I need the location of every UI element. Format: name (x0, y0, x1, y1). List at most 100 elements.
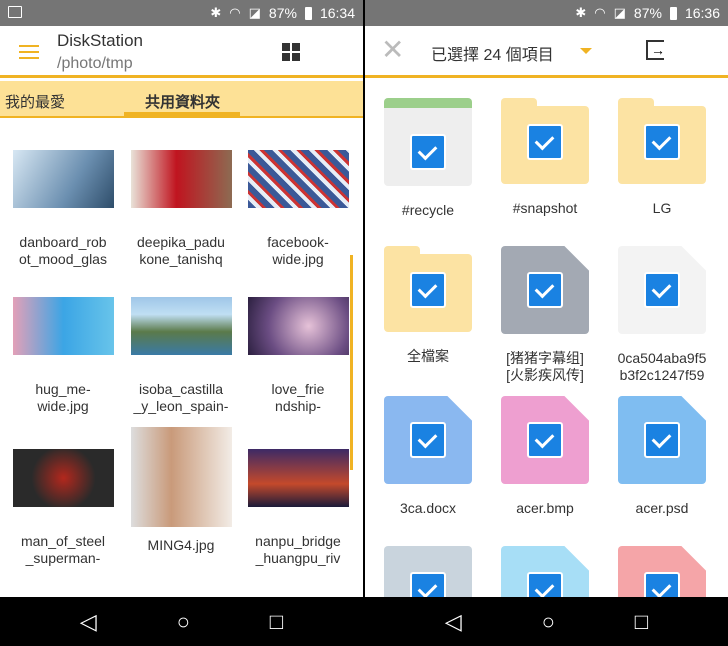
selected-checkbox[interactable] (410, 272, 446, 308)
photo-item[interactable]: isoba_castilla _y_leon_spain- (123, 297, 239, 415)
export-icon[interactable]: → (646, 40, 665, 60)
active-tab-indicator (124, 112, 240, 116)
file-name-line: _superman- (25, 550, 101, 566)
selected-checkbox[interactable] (527, 124, 563, 160)
file-name-line: b3f2c1247f59 (619, 367, 705, 383)
photo-item[interactable]: nanpu_bridge _huangpu_riv (240, 449, 356, 567)
back-icon[interactable]: ◁ (80, 609, 97, 635)
file-item-folder[interactable]: #snapshot (487, 98, 603, 217)
recycle-icon (384, 98, 472, 186)
selected-checkbox[interactable] (410, 134, 446, 170)
battery-percent: 87% (268, 5, 297, 21)
file-name-line: acer.psd (635, 500, 689, 516)
photo-thumbnail (247, 297, 349, 355)
photo-thumbnail (130, 150, 232, 208)
file-item-docx[interactable]: 3ca.docx (370, 396, 486, 517)
back-icon[interactable]: ◁ (445, 609, 462, 635)
photo-item[interactable]: man_of_steel _superman- (5, 449, 121, 567)
file-name-line: facebook- (267, 234, 329, 250)
file-item-folder[interactable]: LG (604, 98, 720, 217)
battery-percent: 87% (633, 5, 662, 21)
file-name-line: ot_mood_glas (19, 251, 107, 267)
file-name-line: isoba_castilla (138, 381, 224, 397)
file-name-line: _y_leon_spain- (133, 398, 229, 414)
selected-checkbox[interactable] (644, 124, 680, 160)
clock: 16:36 (684, 5, 720, 21)
file-name-line: wide.jpg (272, 251, 324, 267)
file-name-line: #snapshot (512, 200, 578, 216)
nav-bar: ◁ ○ □ (365, 597, 728, 646)
close-icon[interactable]: ✕ (381, 36, 404, 64)
selected-checkbox[interactable] (644, 272, 680, 308)
psd-icon (618, 396, 706, 484)
bmp-icon (501, 396, 589, 484)
grid-view-icon[interactable] (282, 43, 300, 61)
photo-thumbnail (130, 427, 232, 527)
photo-thumbnail (130, 297, 232, 355)
docx-icon (384, 396, 472, 484)
file-name-line: ndship- (275, 398, 321, 414)
file-name-line: deepika_padu (137, 234, 225, 250)
file-name-line: kone_tanishq (139, 251, 223, 267)
battery-icon (669, 6, 677, 20)
file-name-line: 全檔案 (407, 348, 449, 364)
file-name-line: 0ca504aba9f5 (617, 350, 707, 366)
home-icon[interactable]: ○ (542, 609, 555, 635)
file-name-line: man_of_steel (20, 533, 106, 549)
photo-item[interactable]: MING4.jpg (123, 427, 239, 554)
nav-bar: ◁ ○ □ (0, 597, 363, 646)
photo-thumbnail (12, 297, 114, 355)
file-item-recycle[interactable]: #recycle (370, 98, 486, 219)
no-sim-icon: ◪ (248, 5, 261, 20)
status-bar: ✱ ◠ ◪ 87% 16:36 (365, 0, 728, 26)
file-name-line: [火影疾风传] (506, 367, 584, 383)
file-item-bmp[interactable]: acer.bmp (487, 396, 603, 517)
pdf-icon (618, 246, 706, 334)
recents-icon[interactable]: □ (635, 609, 648, 635)
file-name-line: MING4.jpg (147, 537, 215, 553)
file-name-line: wide.jpg (37, 398, 89, 414)
bluetooth-icon: ✱ (210, 5, 222, 20)
photo-thumbnail (247, 150, 349, 208)
folder-icon (384, 246, 472, 332)
photo-thumbnail (247, 449, 349, 507)
bluetooth-icon: ✱ (575, 5, 587, 20)
file-item-folder[interactable]: 全檔案 (370, 246, 486, 365)
file-name-line: #recycle (401, 202, 455, 218)
file-item-pdf[interactable]: 0ca504aba9f5 b3f2c1247f59 (604, 246, 720, 384)
tab-shared-folders[interactable]: 共用資料夾 (145, 91, 220, 112)
app-title: DiskStation (57, 31, 143, 50)
file-name-line: love_frie (271, 381, 325, 397)
photo-item[interactable]: danboard_rob ot_mood_glas (5, 150, 121, 268)
file-name-line: _huangpu_riv (255, 550, 341, 566)
selection-count: 已選擇 24 個項目 (431, 47, 554, 64)
tab-favorites[interactable]: 我的最愛 (5, 91, 65, 112)
photo-item[interactable]: hug_me-wide.jpg (5, 297, 121, 415)
recents-icon[interactable]: □ (270, 609, 283, 635)
file-item-psd[interactable]: acer.psd (604, 396, 720, 517)
clock: 16:34 (319, 5, 355, 21)
folder-icon (618, 98, 706, 184)
selected-checkbox[interactable] (527, 272, 563, 308)
photo-item[interactable]: deepika_padu kone_tanishq (123, 150, 239, 268)
selected-checkbox[interactable] (644, 422, 680, 458)
battery-icon (304, 6, 312, 20)
gallery-notification-icon (8, 6, 22, 18)
file-name-line: [猪猪字幕组] (506, 350, 584, 366)
selected-checkbox[interactable] (410, 422, 446, 458)
right-screen: ✱ ◠ ◪ 87% 16:36 ✕ 已選擇 24 個項目 → #recycle #… (365, 0, 728, 646)
dropdown-arrow-icon[interactable] (580, 48, 592, 54)
tab-bar: 我的最愛 共用資料夾 (0, 81, 363, 118)
current-path: /photo/tmp (57, 55, 133, 72)
status-bar: ✱ ◠ ◪ 87% 16:34 (0, 0, 363, 26)
selected-checkbox[interactable] (527, 422, 563, 458)
wifi-icon: ◠ (594, 5, 606, 20)
home-icon[interactable]: ○ (177, 609, 190, 635)
file-item-video[interactable]: [猪猪字幕组] [火影疾风传] (487, 246, 603, 384)
scrollbar[interactable] (350, 255, 353, 470)
photo-item[interactable]: facebook-wide.jpg (240, 150, 356, 268)
photo-item[interactable]: love_frie ndship- (240, 297, 356, 415)
folder-icon (501, 98, 589, 184)
menu-icon[interactable] (19, 45, 39, 59)
left-screen: ✱ ◠ ◪ 87% 16:34 DiskStation /photo/tmp 我… (0, 0, 363, 646)
